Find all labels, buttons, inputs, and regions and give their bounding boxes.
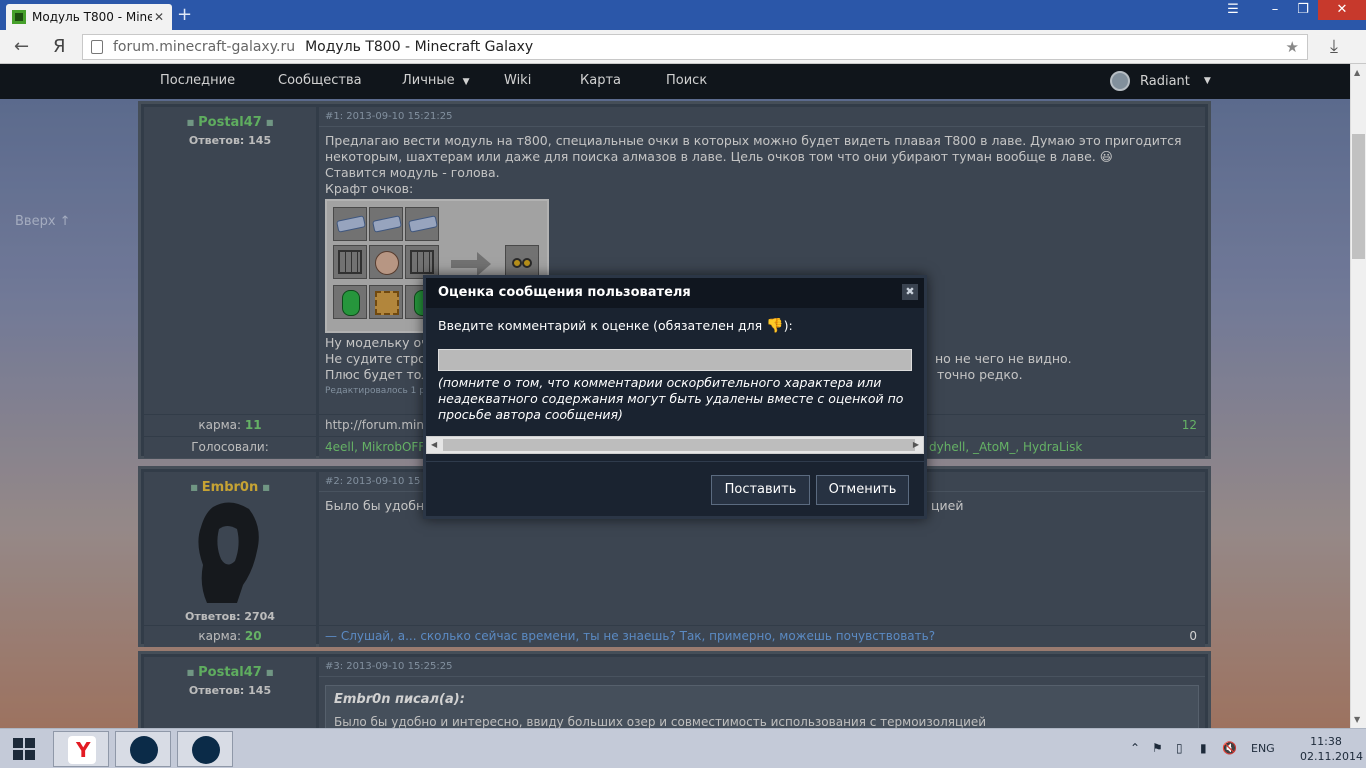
browser-tab-bar: Модуль T800 - Minecraft ✕ + ☰ – ❐ ✕ <box>0 0 1366 30</box>
cancel-button[interactable]: Отменить <box>816 475 909 505</box>
maximize-button[interactable]: ❐ <box>1290 0 1316 20</box>
dialog-header: Оценка сообщения пользователя ✖ <box>426 278 924 308</box>
page-scrollbar[interactable]: ▲ ▼ <box>1350 64 1366 728</box>
browser-menu-icon[interactable]: ☰ <box>1220 0 1246 20</box>
minecraft-launcher-icon <box>130 736 158 764</box>
scroll-right-icon[interactable]: ▶ <box>913 440 919 449</box>
tab-title: Модуль T800 - Minecraft <box>32 10 152 24</box>
page-icon <box>91 40 103 54</box>
scrollbar-thumb[interactable] <box>1352 134 1365 259</box>
clock[interactable]: 11:38 02.11.2014 <box>1300 734 1363 764</box>
address-bar-row: ← Я forum.minecraft-galaxy.ru Модуль T80… <box>0 30 1366 64</box>
windows-start-icon[interactable] <box>0 729 50 768</box>
volume-muted-icon[interactable]: 🔇 <box>1222 741 1237 755</box>
taskbar-yandex-browser[interactable] <box>53 731 109 767</box>
horizontal-scrollbar[interactable]: ◀ ▶ <box>426 436 924 454</box>
taskbar-app-1[interactable] <box>115 731 171 767</box>
minecraft-launcher-icon <box>192 736 220 764</box>
comment-input[interactable] <box>438 349 912 371</box>
tab-close-icon[interactable]: ✕ <box>152 10 166 24</box>
minimize-button[interactable]: – <box>1262 0 1288 20</box>
dialog-warning-note: (помните о том, что комментарии оскорбит… <box>438 375 904 422</box>
browser-tab[interactable]: Модуль T800 - Minecraft ✕ <box>6 4 172 30</box>
battery-icon[interactable]: ▯ <box>1176 741 1183 755</box>
dialog-divider <box>426 461 924 462</box>
scroll-up-icon[interactable]: ▲ <box>1354 68 1360 77</box>
minecraft-favicon-icon <box>12 10 26 24</box>
close-window-button[interactable]: ✕ <box>1318 0 1366 20</box>
dialog-prompt: Введите комментарий к оценке (обязателен… <box>438 318 793 334</box>
url-field[interactable]: forum.minecraft-galaxy.ru Модуль T800 - … <box>82 34 1308 60</box>
scrollbar-thumb[interactable] <box>443 439 915 451</box>
taskbar-app-2[interactable] <box>177 731 233 767</box>
dialog-title: Оценка сообщения пользователя <box>438 285 691 300</box>
rating-dialog: Оценка сообщения пользователя ✖ Введите … <box>423 275 927 519</box>
language-indicator[interactable]: ENG <box>1251 742 1275 755</box>
url-domain: forum.minecraft-galaxy.ru <box>113 39 296 55</box>
scroll-down-icon[interactable]: ▼ <box>1354 715 1360 724</box>
clock-date: 02.11.2014 <box>1300 750 1363 763</box>
tray-expand-icon[interactable]: ⌃ <box>1130 741 1140 755</box>
flag-icon[interactable]: ⚑ <box>1152 741 1163 755</box>
yandex-browser-icon <box>68 736 96 764</box>
close-icon[interactable]: ✖ <box>902 284 918 300</box>
scroll-left-icon[interactable]: ◀ <box>431 440 437 449</box>
bookmark-star-icon[interactable]: ★ <box>1286 38 1299 56</box>
download-icon[interactable]: ⤓ <box>1330 36 1338 57</box>
submit-button[interactable]: Поставить <box>711 475 810 505</box>
yandex-logo-icon[interactable]: Я <box>53 36 66 57</box>
dialog-prompt-text: Введите комментарий к оценке (обязателен… <box>438 318 763 333</box>
dialog-prompt-end: ): <box>783 318 793 333</box>
clock-time: 11:38 <box>1310 735 1342 748</box>
url-page-title: Модуль T800 - Minecraft Galaxy <box>305 39 534 55</box>
back-arrow-icon[interactable]: ← <box>14 36 29 57</box>
new-tab-button[interactable]: + <box>177 6 192 24</box>
windows-taskbar: ⌃ ⚑ ▯ ▮ 🔇 ENG 11:38 02.11.2014 <box>0 728 1366 768</box>
network-icon[interactable]: ▮ <box>1200 741 1207 755</box>
thumbs-down-icon: 👎 <box>766 318 784 334</box>
